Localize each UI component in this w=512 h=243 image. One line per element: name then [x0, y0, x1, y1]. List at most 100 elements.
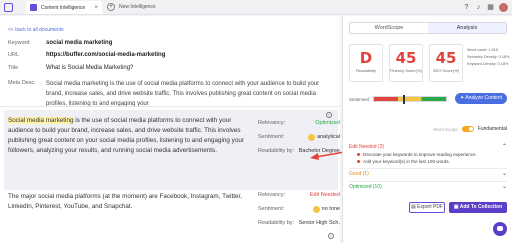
sentiment-value: no tone: [321, 206, 340, 212]
add-to-collection-button[interactable]: ▣ Add To Collection: [449, 202, 507, 213]
sentiment-value-wrap: analytical: [308, 133, 340, 141]
url-value[interactable]: https://buffer.com/social-media-marketin…: [46, 52, 165, 58]
analysis-panel: WordScope Analysis D Readability 45 Flue…: [342, 16, 512, 243]
sentiment-meter-label: Sentiment: [349, 96, 370, 102]
export-pdf-button[interactable]: ▤ Export PDF: [409, 202, 445, 213]
edit-needed-title: Edit Needed (2): [349, 143, 385, 150]
keyword-highlight: Social media marketing: [8, 117, 74, 124]
paragraph-text-2[interactable]: The major social media platforms (at the…: [8, 192, 248, 212]
relevancy-value: Optimized: [315, 120, 340, 126]
keyword-row: Keyword social media marketing: [8, 40, 112, 46]
good-title: Good (1): [349, 170, 369, 177]
tab-content-intelligence[interactable]: Content Intelligence ×: [26, 1, 102, 14]
relevancy-value: Edit Needed: [309, 192, 340, 198]
export-pdf-label: Export PDF: [417, 204, 443, 210]
add-to-collection-label: Add To Collection: [459, 204, 503, 210]
sentiment-bar: [373, 95, 448, 104]
score-value: D: [359, 49, 373, 67]
score-label: Readability: [356, 68, 376, 73]
plus-icon: +: [107, 3, 115, 11]
toggle-right-label: Fundamental: [477, 126, 507, 132]
sentiment-metric: Sentiment: no tone: [258, 202, 340, 216]
title-row: Title What is Social Media Marketing?: [8, 65, 133, 71]
analysis-mode-toggle: Word Scope Fundamental: [349, 126, 507, 132]
edit-needed-section: Edit Needed (2) ⌃ Decorate your keywords…: [349, 142, 507, 169]
sentiment-face-icon: [308, 133, 316, 141]
suggestion-item: Decorate your keywords to improve readin…: [357, 151, 507, 158]
bullet-dot-icon: [357, 160, 360, 163]
readability-label: Readability by:: [258, 220, 295, 226]
analyze-content-button[interactable]: ✦ Analyze Content: [455, 93, 507, 104]
keyword-label: Keyword: [8, 40, 30, 46]
suggestion-item: Add your keyword(s) in the last 100 word…: [357, 158, 507, 165]
url-label: URL: [8, 52, 20, 58]
sentiment-marker: [403, 95, 406, 104]
divider: [0, 106, 340, 107]
browser-tab-bar: Content Intelligence × + New Intelligenc…: [0, 0, 512, 15]
mode-toggle-switch[interactable]: [461, 126, 474, 132]
score-label: Fluency Score(%): [390, 68, 422, 73]
sentiment-meter: Sentiment: [349, 95, 448, 104]
relevancy-label: Relevancy:: [258, 120, 286, 126]
document-stats: Word count: 1,915 Semantic Density: 0.18…: [467, 47, 511, 68]
title-value: What is Social Media Marketing?: [46, 65, 134, 71]
meta-desc-value: Social media marketing is the use of soc…: [46, 81, 320, 107]
meta-desc-label: Meta Desc.: [8, 80, 36, 86]
url-row: URL https://buffer.com/social-media-mark…: [8, 52, 165, 58]
top-right-toolbar: ? ♪ ▦: [463, 3, 508, 12]
paragraph-body: The major social media platforms (at the…: [8, 193, 243, 210]
score-cards: D Readability 45 Fluency Score(%) 45 SEO…: [349, 44, 463, 82]
sentiment-value-wrap: no tone: [312, 205, 340, 213]
relevancy-metric: Relevancy: Edit Needed: [258, 188, 340, 202]
app-logo-icon[interactable]: [4, 3, 13, 12]
bell-icon[interactable]: ♪: [475, 4, 482, 11]
edit-needed-header[interactable]: Edit Needed (2) ⌃: [349, 142, 507, 151]
avatar[interactable]: [499, 3, 508, 12]
readability-score-card: D Readability: [349, 44, 383, 82]
tab-analysis[interactable]: Analysis: [428, 23, 506, 33]
word-count: Word count: 1,915: [467, 48, 498, 52]
optimized-header[interactable]: Optimized (10) ⌄: [349, 182, 507, 191]
paragraph-2-metrics: Relevancy: Edit Needed Sentiment: no ton…: [258, 188, 340, 230]
readability-metric: Readability by: Senior High Sch.: [258, 216, 340, 230]
readability-label: Readability by:: [258, 148, 295, 154]
info-icon[interactable]: i: [328, 233, 334, 239]
tab-app-icon: [30, 4, 37, 11]
chevron-down-icon: ⌄: [501, 184, 507, 190]
fluency-score-card: 45 Fluency Score(%): [389, 44, 423, 82]
sentiment-value: analytical: [317, 134, 340, 140]
new-tab-label: New Intelligence: [119, 4, 156, 10]
score-label: SEO Score(%): [432, 68, 460, 73]
relevancy-metric: Relevancy: Optimized: [258, 116, 340, 130]
keyword-value: social media marketing: [46, 40, 113, 46]
sentiment-metric: Sentiment: analytical: [258, 130, 340, 144]
chevron-down-icon: ⌄: [501, 171, 507, 177]
good-section: Good (1) ⌄: [349, 169, 507, 182]
sentiment-label: Sentiment:: [258, 206, 285, 212]
optimized-title: Optimized (10): [349, 183, 382, 190]
semantic-density: Semantic Density: 0.18%: [467, 55, 510, 59]
analyze-content-label: Analyze Content: [465, 95, 502, 101]
close-icon[interactable]: ×: [94, 5, 98, 11]
chat-icon[interactable]: [493, 222, 507, 236]
document-panel: << back to all documents Keyword social …: [0, 16, 340, 243]
tab-title: Content Intelligence: [41, 4, 86, 11]
sentiment-face-icon: [312, 205, 320, 213]
optimized-section: Optimized (10) ⌄: [349, 182, 507, 191]
keyword-density: Keyword Density: 0.18%: [467, 62, 509, 66]
panel-tabs: WordScope Analysis: [349, 22, 507, 34]
tab-wordscope[interactable]: WordScope: [350, 23, 428, 33]
toggle-left-label: Word Scope: [433, 126, 458, 132]
score-value: 45: [395, 49, 417, 67]
apps-grid-icon[interactable]: ▦: [487, 4, 494, 11]
seo-score-card: 45 SEO Score(%): [429, 44, 463, 82]
help-icon[interactable]: ?: [463, 4, 470, 11]
chevron-up-icon: ⌃: [501, 144, 507, 150]
sentiment-label: Sentiment:: [258, 134, 285, 140]
good-header[interactable]: Good (1) ⌄: [349, 169, 507, 178]
new-intelligence-tab[interactable]: + New Intelligence: [107, 3, 156, 11]
bullet-dot-icon: [357, 153, 360, 156]
readability-value: Senior High Sch.: [298, 220, 340, 226]
paragraph-text-1[interactable]: Social media marketing is the use of soc…: [8, 116, 248, 156]
back-to-documents-link[interactable]: << back to all documents: [8, 27, 64, 33]
